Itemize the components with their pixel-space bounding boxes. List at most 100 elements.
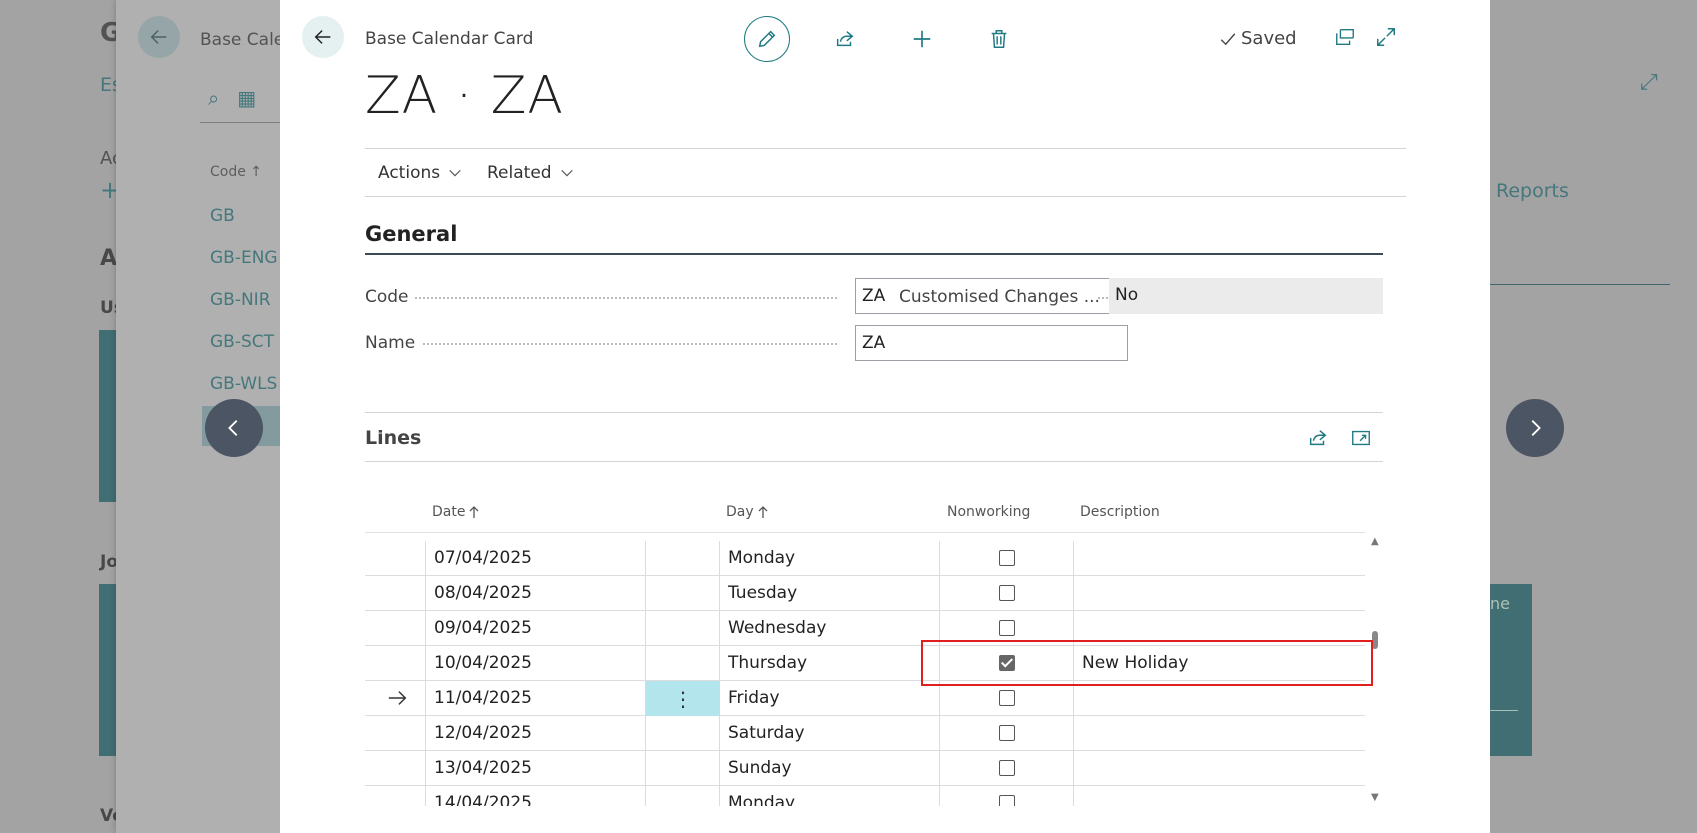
row-indicator-cell[interactable] bbox=[365, 541, 426, 576]
nonworking-cell[interactable] bbox=[940, 716, 1074, 751]
row-indicator-cell[interactable] bbox=[365, 611, 426, 646]
nonworking-cell[interactable] bbox=[940, 786, 1074, 806]
description-cell[interactable] bbox=[1074, 611, 1365, 646]
table-row[interactable]: 14/04/2025 Monday bbox=[365, 786, 1365, 806]
new-button[interactable] bbox=[899, 16, 945, 62]
edit-button[interactable] bbox=[744, 16, 790, 62]
lines-focus-mode-button[interactable] bbox=[1338, 415, 1384, 461]
share-button[interactable] bbox=[822, 16, 868, 62]
row-indicator-cell[interactable] bbox=[365, 786, 426, 806]
share-icon bbox=[836, 31, 854, 47]
day-cell[interactable]: Wednesday bbox=[720, 611, 940, 646]
description-cell[interactable] bbox=[1074, 786, 1365, 806]
nonworking-checkbox[interactable] bbox=[999, 585, 1015, 601]
description-cell[interactable] bbox=[1074, 716, 1365, 751]
next-record-button[interactable] bbox=[1506, 399, 1564, 457]
description-cell[interactable] bbox=[1074, 681, 1365, 716]
description-cell[interactable]: New Holiday bbox=[1074, 646, 1365, 681]
sort-ascending-icon bbox=[470, 506, 479, 518]
delete-button[interactable] bbox=[976, 16, 1022, 62]
nonworking-checkbox[interactable] bbox=[999, 725, 1015, 741]
date-cell[interactable]: 13/04/2025 bbox=[426, 751, 646, 786]
day-cell[interactable]: Monday bbox=[720, 541, 940, 576]
table-row[interactable]: 09/04/2025 Wednesday bbox=[365, 611, 1365, 646]
table-row[interactable]: 08/04/2025 Tuesday bbox=[365, 576, 1365, 611]
nonworking-cell[interactable] bbox=[940, 646, 1074, 681]
general-section-title[interactable]: General bbox=[365, 222, 457, 246]
row-actions-cell[interactable] bbox=[646, 646, 720, 681]
previous-record-button[interactable] bbox=[205, 399, 263, 457]
day-column-header[interactable]: Day bbox=[726, 504, 768, 520]
nonworking-cell[interactable] bbox=[940, 681, 1074, 716]
nonworking-checkbox[interactable] bbox=[999, 550, 1015, 566]
row-indicator-cell[interactable] bbox=[365, 716, 426, 751]
nonworking-cell[interactable] bbox=[940, 751, 1074, 786]
day-cell[interactable]: Thursday bbox=[720, 646, 940, 681]
saved-label: Saved bbox=[1241, 28, 1297, 49]
lines-scrollbar[interactable]: ▲ ▼ bbox=[1369, 536, 1383, 806]
row-actions-cell[interactable] bbox=[646, 576, 720, 611]
date-cell[interactable]: 12/04/2025 bbox=[426, 716, 646, 751]
checkmark-icon bbox=[1220, 32, 1236, 45]
day-cell[interactable]: Friday bbox=[720, 681, 940, 716]
actions-menu[interactable]: Actions bbox=[378, 163, 462, 183]
row-indicator-cell[interactable] bbox=[365, 646, 426, 681]
row-indicator-cell[interactable] bbox=[365, 751, 426, 786]
lines-share-button[interactable] bbox=[1295, 415, 1341, 461]
expand-button[interactable] bbox=[1363, 14, 1409, 60]
actions-menu-label: Actions bbox=[378, 163, 441, 183]
row-actions-cell[interactable] bbox=[646, 716, 720, 751]
name-field[interactable]: ZA bbox=[855, 325, 1128, 361]
nonworking-checkbox[interactable] bbox=[999, 690, 1015, 706]
nonworking-cell[interactable] bbox=[940, 576, 1074, 611]
description-column-header[interactable]: Description bbox=[1080, 504, 1160, 520]
date-cell[interactable]: 10/04/2025 bbox=[426, 646, 646, 681]
back-button[interactable] bbox=[302, 16, 344, 58]
day-cell[interactable]: Monday bbox=[720, 786, 940, 806]
date-cell[interactable]: 07/04/2025 bbox=[426, 541, 646, 576]
nonworking-cell[interactable] bbox=[940, 611, 1074, 646]
date-cell[interactable]: 11/04/2025 bbox=[426, 681, 646, 716]
record-title: ZA · ZA bbox=[365, 66, 564, 126]
day-cell[interactable]: Saturday bbox=[720, 716, 940, 751]
table-row[interactable]: 11/04/2025 ⋮ Friday bbox=[365, 681, 1365, 716]
lines-grid: 07/04/2025 Monday 08/04/2025 Tuesday 09/04/2… bbox=[365, 532, 1365, 806]
table-row[interactable]: 10/04/2025 Thursday New Holiday bbox=[365, 646, 1365, 681]
description-cell[interactable] bbox=[1074, 541, 1365, 576]
row-actions-cell[interactable] bbox=[646, 786, 720, 806]
row-actions-cell[interactable] bbox=[646, 751, 720, 786]
name-label: Name bbox=[365, 333, 416, 353]
table-row[interactable]: 12/04/2025 Saturday bbox=[365, 716, 1365, 751]
customised-changes-label: Customised Changes ... bbox=[899, 287, 1100, 307]
related-menu[interactable]: Related bbox=[487, 163, 574, 183]
chevron-left-icon bbox=[228, 420, 238, 436]
expand-icon bbox=[1377, 28, 1395, 46]
date-cell[interactable]: 09/04/2025 bbox=[426, 611, 646, 646]
description-cell[interactable] bbox=[1074, 751, 1365, 786]
open-new-window-button[interactable] bbox=[1322, 14, 1368, 60]
day-cell[interactable]: Sunday bbox=[720, 751, 940, 786]
row-actions-cell[interactable] bbox=[646, 611, 720, 646]
table-row[interactable]: 13/04/2025 Sunday bbox=[365, 751, 1365, 786]
row-menu-button[interactable]: ⋮ bbox=[646, 681, 720, 716]
scroll-up-icon[interactable]: ▲ bbox=[1371, 536, 1379, 547]
date-cell[interactable]: 08/04/2025 bbox=[426, 576, 646, 611]
nonworking-column-header[interactable]: Nonworking bbox=[947, 504, 1030, 520]
nonworking-cell[interactable] bbox=[940, 541, 1074, 576]
description-cell[interactable] bbox=[1074, 576, 1365, 611]
nonworking-checkbox[interactable] bbox=[999, 760, 1015, 776]
date-column-header[interactable]: Date bbox=[432, 504, 479, 520]
lines-section-title[interactable]: Lines bbox=[365, 427, 421, 449]
table-row[interactable]: 07/04/2025 Monday bbox=[365, 541, 1365, 576]
row-indicator-cell[interactable] bbox=[365, 681, 426, 716]
scrollbar-thumb[interactable] bbox=[1372, 631, 1378, 649]
nonworking-checkbox[interactable] bbox=[999, 655, 1015, 671]
nonworking-checkbox[interactable] bbox=[999, 795, 1015, 806]
row-indicator-cell[interactable] bbox=[365, 576, 426, 611]
nonworking-checkbox[interactable] bbox=[999, 620, 1015, 636]
date-cell[interactable]: 14/04/2025 bbox=[426, 786, 646, 806]
day-cell[interactable]: Tuesday bbox=[720, 576, 940, 611]
action-bar: Actions Related bbox=[365, 148, 1406, 197]
scroll-down-icon[interactable]: ▼ bbox=[1371, 792, 1379, 803]
row-actions-cell[interactable] bbox=[646, 541, 720, 576]
